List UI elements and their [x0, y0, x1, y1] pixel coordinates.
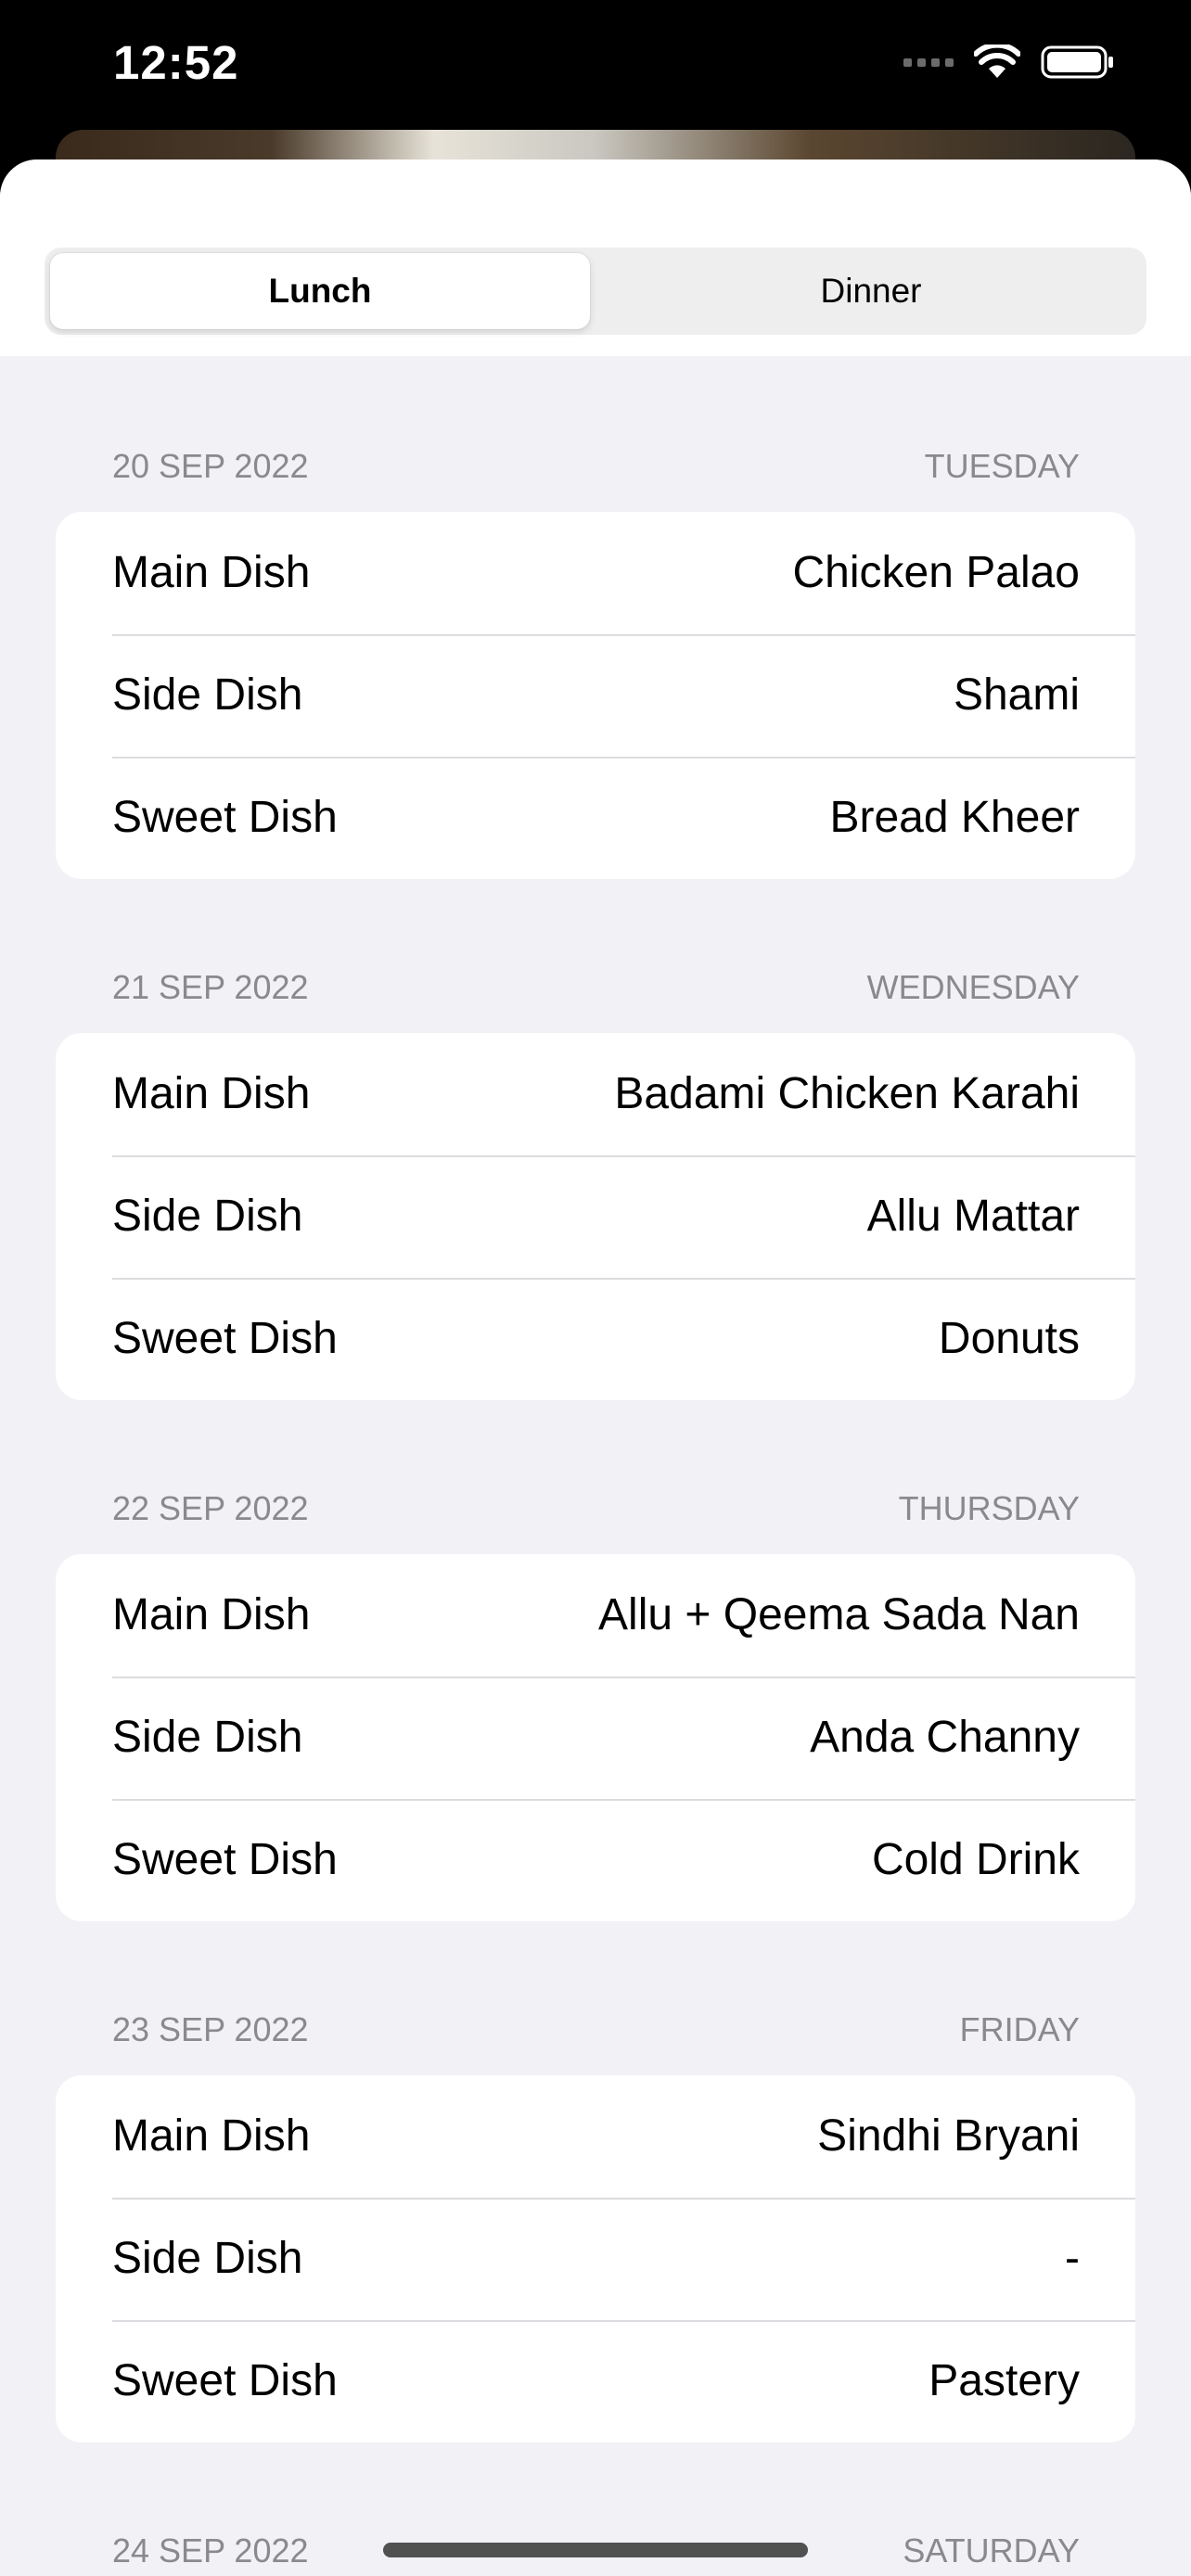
menu-row: Main Dish Badami Chicken Karahi [56, 1033, 1135, 1155]
menu-row: Sweet Dish Pastery [56, 2320, 1135, 2442]
dish-name: Sindhi Bryani [817, 2111, 1080, 2161]
segment-lunch[interactable]: Lunch [50, 253, 590, 329]
menu-row: Main Dish Sindhi Bryani [56, 2075, 1135, 2198]
day-date: 21 SEP 2022 [112, 968, 309, 1006]
day-weekday: THURSDAY [898, 1489, 1080, 1527]
menu-row: Main Dish Chicken Palao [56, 512, 1135, 634]
day-menu-card: Main Dish Sindhi Bryani Side Dish - Swee… [56, 2075, 1135, 2442]
day-menu-card: Main Dish Badami Chicken Karahi Side Dis… [56, 1033, 1135, 1400]
menu-row: Sweet Dish Cold Drink [56, 1799, 1135, 1921]
battery-icon [1041, 45, 1113, 79]
menu-row: Sweet Dish Bread Kheer [56, 757, 1135, 879]
menu-row: Side Dish - [56, 2198, 1135, 2320]
dish-name: Allu Mattar [866, 1192, 1080, 1241]
day-section: 21 SEP 2022 WEDNESDAY Main Dish Badami C… [56, 959, 1135, 1400]
menu-row: Side Dish Anda Channy [56, 1677, 1135, 1799]
cellular-signal-icon [903, 57, 954, 67]
dish-name: - [1065, 2234, 1080, 2283]
day-date: 23 SEP 2022 [112, 2010, 309, 2048]
segment-dinner[interactable]: Dinner [601, 253, 1141, 329]
dish-type-label: Side Dish [112, 670, 303, 720]
dish-name: Donuts [938, 1314, 1080, 1363]
day-date: 20 SEP 2022 [112, 447, 309, 485]
dish-type-label: Sweet Dish [112, 1314, 338, 1363]
dish-type-label: Sweet Dish [112, 1835, 338, 1884]
day-weekday: WEDNESDAY [866, 968, 1080, 1006]
dish-name: Bread Kheer [829, 793, 1080, 842]
dish-type-label: Sweet Dish [112, 2356, 338, 2405]
day-header: 21 SEP 2022 WEDNESDAY [56, 959, 1135, 1033]
day-section: 23 SEP 2022 FRIDAY Main Dish Sindhi Brya… [56, 2001, 1135, 2442]
status-icons [903, 45, 1115, 80]
dish-type-label: Main Dish [112, 1069, 311, 1118]
dish-name: Allu + Qeema Sada Nan [598, 1590, 1080, 1639]
wifi-icon [974, 45, 1020, 78]
dish-name: Cold Drink [871, 1835, 1080, 1884]
dish-name: Anda Channy [810, 1713, 1080, 1762]
menu-row: Main Dish Allu + Qeema Sada Nan [56, 1554, 1135, 1677]
day-header: 22 SEP 2022 THURSDAY [56, 1480, 1135, 1554]
dish-type-label: Main Dish [112, 548, 311, 597]
dish-type-label: Main Dish [112, 2111, 311, 2161]
day-weekday: TUESDAY [924, 447, 1080, 485]
menu-sheet: Lunch Dinner 20 SEP 2022 TUESDAY Main Di… [0, 159, 1191, 2576]
day-section: 20 SEP 2022 TUESDAY Main Dish Chicken Pa… [56, 438, 1135, 879]
day-menu-card: Main Dish Chicken Palao Side Dish Shami … [56, 512, 1135, 879]
dish-name: Badami Chicken Karahi [614, 1069, 1080, 1118]
status-time: 12:52 [113, 36, 239, 89]
dish-type-label: Sweet Dish [112, 793, 338, 842]
home-indicator[interactable] [383, 2543, 808, 2557]
dish-type-label: Side Dish [112, 2234, 303, 2283]
dish-name: Chicken Palao [792, 548, 1080, 597]
day-weekday: SATURDAY [903, 2531, 1080, 2570]
day-menu-card: Main Dish Allu + Qeema Sada Nan Side Dis… [56, 1554, 1135, 1921]
menu-row: Side Dish Shami [56, 634, 1135, 757]
meal-segmented-control: Lunch Dinner [45, 248, 1146, 335]
dish-type-label: Side Dish [112, 1713, 303, 1762]
dish-name: Shami [953, 670, 1080, 720]
day-header: 20 SEP 2022 TUESDAY [56, 438, 1135, 512]
status-bar: 12:52 [0, 0, 1191, 130]
day-date: 24 SEP 2022 [112, 2531, 309, 2570]
day-weekday: FRIDAY [959, 2010, 1080, 2048]
day-section: 22 SEP 2022 THURSDAY Main Dish Allu + Qe… [56, 1480, 1135, 1921]
menu-row: Side Dish Allu Mattar [56, 1155, 1135, 1278]
dish-type-label: Side Dish [112, 1192, 303, 1241]
day-date: 22 SEP 2022 [112, 1489, 309, 1527]
dish-type-label: Main Dish [112, 1590, 311, 1639]
dish-name: Pastery [928, 2356, 1080, 2405]
menu-row: Sweet Dish Donuts [56, 1278, 1135, 1400]
day-header: 23 SEP 2022 FRIDAY [56, 2001, 1135, 2075]
sheet-header: Lunch Dinner [0, 159, 1191, 356]
